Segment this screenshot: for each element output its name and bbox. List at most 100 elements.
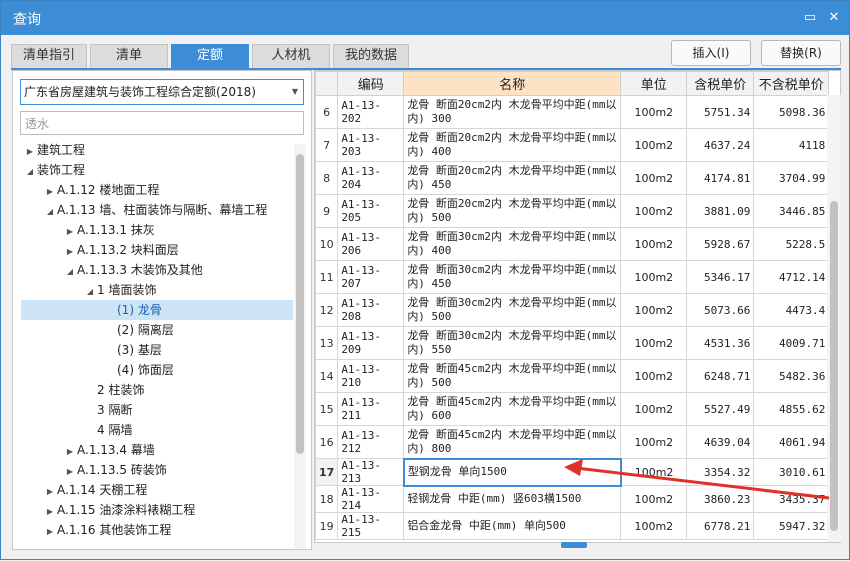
minimize-icon[interactable]: ▭ <box>801 9 819 27</box>
table-row[interactable]: 6 A1-13-202 龙骨 断面20cm2内 木龙骨平均中距(mm以内) 300 1… <box>315 95 830 129</box>
cell-unit[interactable]: 100m2 <box>620 458 688 486</box>
expand-arrow-icon[interactable]: ▶ <box>43 182 57 202</box>
cell-code[interactable]: A1-13-214 <box>337 485 405 513</box>
table-row[interactable]: 11 A1-13-207 龙骨 断面30cm2内 木龙骨平均中距(mm以内) 450… <box>315 260 830 294</box>
expand-arrow-icon[interactable]: ▶ <box>43 482 57 502</box>
cell-name[interactable]: 龙骨 断面20cm2内 木龙骨平均中距(mm以内) 500 <box>403 194 622 228</box>
cell-notax-price[interactable]: 4118 <box>753 128 830 162</box>
cell-notax-price[interactable]: 3446.85 <box>753 194 830 228</box>
tree-node[interactable]: ▶ A.1.16 其他装饰工程 <box>43 520 171 540</box>
tab-labor-material[interactable]: 人材机 <box>252 44 330 68</box>
tree-node[interactable]: 3 隔断 <box>83 400 132 420</box>
cell-name[interactable]: 轻钢龙骨 中距(mm) 竖603横1500 <box>403 485 622 513</box>
tree-node[interactable]: ▶ A.1.14 天棚工程 <box>43 480 147 500</box>
cell-unit[interactable]: 100m2 <box>620 392 688 426</box>
table-row[interactable]: 17 A1-13-213 型钢龙骨 单向1500 100m2 3354.32 3010.6… <box>315 457 830 487</box>
cell-tax-price[interactable]: 4637.24 <box>686 128 755 162</box>
cell-code[interactable]: A1-13-207 <box>337 260 405 294</box>
tree-node[interactable]: ◢ A.1.13 墙、柱面装饰与隔断、幕墙工程 <box>43 200 267 220</box>
cell-name[interactable]: 龙骨 断面20cm2内 木龙骨平均中距(mm以内) 300 <box>403 95 622 129</box>
cell-name[interactable]: 龙骨 断面30cm2内 木龙骨平均中距(mm以内) 500 <box>403 293 622 327</box>
cell-name[interactable]: 龙骨 断面30cm2内 木龙骨平均中距(mm以内) 550 <box>403 326 622 360</box>
tree-node[interactable]: ▶ A.1.13.5 砖装饰 <box>63 460 167 480</box>
cell-tax-price[interactable]: 5346.17 <box>686 260 755 294</box>
table-row[interactable]: 18 A1-13-214 轻钢龙骨 中距(mm) 竖603横1500 100m2 386… <box>315 485 830 513</box>
header-name[interactable]: 名称 <box>403 71 622 96</box>
tree-node[interactable]: ▶ A.1.13.2 块料面层 <box>63 240 179 260</box>
expand-arrow-icon[interactable]: ▶ <box>63 442 77 462</box>
header-notax-price[interactable]: 不含税单价 <box>753 71 830 96</box>
cell-name[interactable]: 龙骨 断面20cm2内 木龙骨平均中距(mm以内) 450 <box>403 161 622 195</box>
expand-arrow-icon[interactable]: ▶ <box>63 222 77 242</box>
cell-name[interactable]: 龙骨 断面30cm2内 木龙骨平均中距(mm以内) 450 <box>403 260 622 294</box>
cell-name[interactable]: 型钢龙骨 单向1500 <box>402 457 622 487</box>
tree-scrollbar[interactable] <box>294 144 306 549</box>
expand-arrow-icon[interactable]: ▶ <box>23 142 37 162</box>
cell-unit[interactable]: 100m2 <box>620 359 688 393</box>
cell-tax-price[interactable]: 6248.71 <box>686 359 755 393</box>
cell-unit[interactable]: 100m2 <box>620 161 688 195</box>
tree-node[interactable]: ▶ A.1.13.4 幕墙 <box>63 440 155 460</box>
cell-code[interactable]: A1-13-203 <box>337 128 405 162</box>
search-input[interactable] <box>20 111 304 135</box>
tree-node[interactable]: (4) 饰面层 <box>103 360 174 380</box>
cell-unit[interactable]: 100m2 <box>620 326 688 360</box>
cell-code[interactable]: A1-13-215 <box>337 512 405 540</box>
insert-button[interactable]: 插入(I) <box>671 40 751 66</box>
cell-notax-price[interactable]: 4009.71 <box>753 326 830 360</box>
cell-notax-price[interactable]: 5482.36 <box>753 359 830 393</box>
cell-tax-price[interactable]: 3860.23 <box>686 485 755 513</box>
cell-tax-price[interactable]: 4531.36 <box>686 326 755 360</box>
cell-code[interactable]: A1-13-204 <box>337 161 405 195</box>
cell-name[interactable]: 龙骨 断面45cm2内 木龙骨平均中距(mm以内) 600 <box>403 392 622 426</box>
tree-node[interactable]: (1) 龙骨 <box>103 300 162 320</box>
cell-notax-price[interactable]: 5947.32 <box>753 512 830 540</box>
cell-unit[interactable]: 100m2 <box>620 425 688 459</box>
cell-unit[interactable]: 100m2 <box>620 95 688 129</box>
expand-arrow-icon[interactable]: ▶ <box>43 502 57 522</box>
cell-code[interactable]: A1-13-208 <box>337 293 405 327</box>
tab-bill[interactable]: 清单 <box>90 44 168 68</box>
tree-node[interactable]: ◢ 1 墙面装饰 <box>83 280 157 302</box>
header-code[interactable]: 编码 <box>337 71 405 96</box>
tree-scrollbar-thumb[interactable] <box>296 154 304 454</box>
table-row[interactable]: 8 A1-13-204 龙骨 断面20cm2内 木龙骨平均中距(mm以内) 450 1… <box>315 161 830 195</box>
expand-arrow-icon[interactable]: ▶ <box>63 462 77 482</box>
expand-arrow-icon[interactable]: ▶ <box>63 242 77 262</box>
cell-unit[interactable]: 100m2 <box>620 293 688 327</box>
cell-notax-price[interactable]: 5228.5 <box>753 227 830 261</box>
tree-node[interactable]: ▶ A.1.13.1 抹灰 <box>63 220 155 240</box>
grid-scrollbar-thumb[interactable] <box>830 201 838 531</box>
tree-node[interactable]: ◢ 装饰工程 <box>23 160 85 180</box>
expand-arrow-icon[interactable]: ▶ <box>43 522 57 542</box>
collapse-arrow-icon[interactable]: ◢ <box>63 262 77 282</box>
tree-node[interactable]: (2) 隔离层 <box>103 320 174 340</box>
tab-my-data[interactable]: 我的数据 <box>333 44 409 68</box>
cell-tax-price[interactable]: 5073.66 <box>686 293 755 327</box>
cell-notax-price[interactable]: 3704.99 <box>753 161 830 195</box>
cell-name[interactable]: 龙骨 断面45cm2内 木龙骨平均中距(mm以内) 500 <box>403 359 622 393</box>
panel-resize-handle[interactable] <box>561 542 587 548</box>
cell-name[interactable]: 龙骨 断面20cm2内 木龙骨平均中距(mm以内) 400 <box>403 128 622 162</box>
close-icon[interactable]: ✕ <box>825 9 843 27</box>
cell-code[interactable]: A1-13-210 <box>337 359 405 393</box>
collapse-arrow-icon[interactable]: ◢ <box>43 202 57 222</box>
cell-tax-price[interactable]: 4174.81 <box>686 161 755 195</box>
collapse-arrow-icon[interactable]: ◢ <box>83 282 97 302</box>
table-row[interactable]: 16 A1-13-212 龙骨 断面45cm2内 木龙骨平均中距(mm以内) 800… <box>315 425 830 459</box>
tree-node[interactable]: 2 柱装饰 <box>83 380 144 400</box>
table-row[interactable]: 9 A1-13-205 龙骨 断面20cm2内 木龙骨平均中距(mm以内) 500 1… <box>315 194 830 228</box>
table-row[interactable]: 14 A1-13-210 龙骨 断面45cm2内 木龙骨平均中距(mm以内) 500… <box>315 359 830 393</box>
cell-notax-price[interactable]: 3435.37 <box>753 485 830 513</box>
cell-unit[interactable]: 100m2 <box>620 194 688 228</box>
cell-name[interactable]: 铝合金龙骨 中距(mm) 单向500 <box>403 512 622 540</box>
tree-node[interactable]: 4 隔墙 <box>83 420 132 440</box>
table-row[interactable]: 19 A1-13-215 铝合金龙骨 中距(mm) 单向500 100m2 6778.2… <box>315 512 830 540</box>
tree-node[interactable]: (3) 基层 <box>103 340 162 360</box>
library-select[interactable]: 广东省房屋建筑与装饰工程综合定额(2018) ▼ <box>20 79 304 105</box>
cell-notax-price[interactable]: 4712.14 <box>753 260 830 294</box>
cell-code[interactable]: A1-13-211 <box>337 392 405 426</box>
cell-tax-price[interactable]: 5928.67 <box>686 227 755 261</box>
cell-unit[interactable]: 100m2 <box>620 128 688 162</box>
cell-name[interactable]: 龙骨 断面45cm2内 木龙骨平均中距(mm以内) 800 <box>403 425 622 459</box>
